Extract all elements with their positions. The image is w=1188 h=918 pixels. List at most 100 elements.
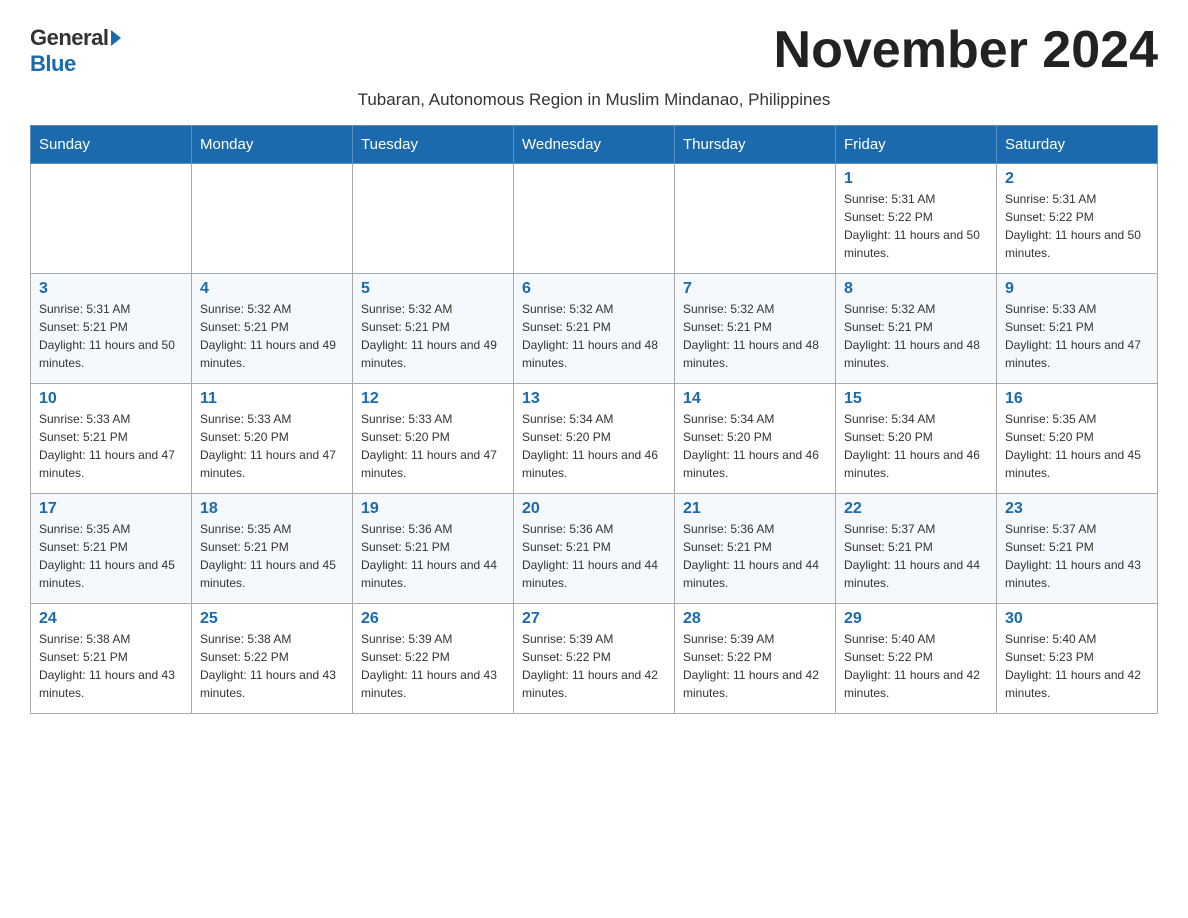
day-number: 8 [844, 280, 988, 298]
calendar-cell: 25Sunrise: 5:38 AMSunset: 5:22 PMDayligh… [192, 604, 353, 714]
day-number: 10 [39, 390, 183, 408]
day-number: 24 [39, 610, 183, 628]
month-title: November 2024 [774, 20, 1158, 80]
calendar-cell [675, 164, 836, 274]
day-number: 14 [683, 390, 827, 408]
day-info: Sunrise: 5:32 AMSunset: 5:21 PMDaylight:… [200, 300, 344, 372]
day-number: 16 [1005, 390, 1149, 408]
day-number: 12 [361, 390, 505, 408]
calendar-cell [353, 164, 514, 274]
day-number: 2 [1005, 170, 1149, 188]
day-info: Sunrise: 5:37 AMSunset: 5:21 PMDaylight:… [844, 520, 988, 592]
subtitle: Tubaran, Autonomous Region in Muslim Min… [30, 90, 1158, 110]
calendar-cell: 4 Sunrise: 5:32 AMSunset: 5:21 PMDaylight… [192, 274, 353, 384]
day-number: 28 [683, 610, 827, 628]
weekday-header-saturday: Saturday [997, 126, 1158, 164]
calendar-cell: 26 Sunrise: 5:39 AMSunset: 5:22 PMDayligh… [353, 604, 514, 714]
day-number: 23 [1005, 500, 1149, 518]
day-info: Sunrise: 5:34 AMSunset: 5:20 PMDaylight:… [844, 410, 988, 482]
day-number: 13 [522, 390, 666, 408]
calendar-week-row: 24Sunrise: 5:38 AMSunset: 5:21 PMDayligh… [31, 604, 1158, 714]
day-info: Sunrise: 5:33 AMSunset: 5:21 PMDaylight:… [1005, 300, 1149, 372]
calendar-cell: 20 Sunrise: 5:36 AMSunset: 5:21 PMDayligh… [514, 494, 675, 604]
day-info: Sunrise: 5:38 AMSunset: 5:22 PMDaylight:… [200, 630, 344, 702]
weekday-header-sunday: Sunday [31, 126, 192, 164]
day-info: Sunrise: 5:39 AMSunset: 5:22 PMDaylight:… [683, 630, 827, 702]
day-info: Sunrise: 5:40 AMSunset: 5:22 PMDaylight:… [844, 630, 988, 702]
day-number: 18 [200, 500, 344, 518]
day-info: Sunrise: 5:32 AMSunset: 5:21 PMDaylight:… [522, 300, 666, 372]
logo-blue-text: Blue [30, 51, 76, 77]
day-number: 7 [683, 280, 827, 298]
day-number: 15 [844, 390, 988, 408]
calendar-cell: 17Sunrise: 5:35 AMSunset: 5:21 PMDayligh… [31, 494, 192, 604]
calendar-cell: 2 Sunrise: 5:31 AMSunset: 5:22 PMDaylight… [997, 164, 1158, 274]
day-info: Sunrise: 5:36 AMSunset: 5:21 PMDaylight:… [522, 520, 666, 592]
day-number: 5 [361, 280, 505, 298]
calendar-cell: 23 Sunrise: 5:37 AMSunset: 5:21 PMDayligh… [997, 494, 1158, 604]
day-number: 30 [1005, 610, 1149, 628]
calendar-cell: 18 Sunrise: 5:35 AMSunset: 5:21 PMDayligh… [192, 494, 353, 604]
calendar-week-row: 17 Sunrise: 5:35 AMSunset: 5:21 PMDayligh… [31, 494, 1158, 604]
calendar-cell: 27 Sunrise: 5:39 AMSunset: 5:22 PMDayligh… [514, 604, 675, 714]
calendar-cell: 21 Sunrise: 5:36 AMSunset: 5:21 PMDayligh… [675, 494, 836, 604]
calendar-week-row: 3 Sunrise: 5:31 AMSunset: 5:21 PMDaylight… [31, 274, 1158, 384]
day-info: Sunrise: 5:40 AMSunset: 5:23 PMDaylight:… [1005, 630, 1149, 702]
weekday-header-tuesday: Tuesday [353, 126, 514, 164]
calendar-cell: 19 Sunrise: 5:36 AMSunset: 5:21 PMDayligh… [353, 494, 514, 604]
day-info: Sunrise: 5:39 AMSunset: 5:22 PMDaylight:… [361, 630, 505, 702]
day-number: 19 [361, 500, 505, 518]
calendar-cell: 22 Sunrise: 5:37 AMSunset: 5:21 PMDayligh… [836, 494, 997, 604]
calendar-cell: 10 Sunrise: 5:33 AMSunset: 5:21 PMDayligh… [31, 384, 192, 494]
day-info: Sunrise: 5:36 AMSunset: 5:21 PMDaylight:… [683, 520, 827, 592]
calendar-week-row: 10 Sunrise: 5:33 AMSunset: 5:21 PMDayligh… [31, 384, 1158, 494]
day-info: Sunrise: 5:31 AMSunset: 5:22 PMDaylight:… [1005, 190, 1149, 262]
calendar-cell: 9 Sunrise: 5:33 AMSunset: 5:21 PMDaylight… [997, 274, 1158, 384]
calendar-cell: 12 Sunrise: 5:33 AMSunset: 5:20 PMDayligh… [353, 384, 514, 494]
day-number: 20 [522, 500, 666, 518]
day-info: Sunrise: 5:32 AMSunset: 5:21 PMDaylight:… [361, 300, 505, 372]
calendar-cell: 13 Sunrise: 5:34 AMSunset: 5:20 PMDayligh… [514, 384, 675, 494]
day-number: 27 [522, 610, 666, 628]
page-header: General Blue November 2024 [30, 20, 1158, 80]
day-number: 1 [844, 170, 988, 188]
calendar-week-row: 1 Sunrise: 5:31 AMSunset: 5:22 PMDaylight… [31, 164, 1158, 274]
day-info: Sunrise: 5:32 AMSunset: 5:21 PMDaylight:… [844, 300, 988, 372]
calendar-cell [192, 164, 353, 274]
calendar-cell: 29 Sunrise: 5:40 AMSunset: 5:22 PMDayligh… [836, 604, 997, 714]
day-number: 21 [683, 500, 827, 518]
calendar-cell [514, 164, 675, 274]
day-number: 11 [200, 390, 344, 408]
day-info: Sunrise: 5:35 AMSunset: 5:20 PMDaylight:… [1005, 410, 1149, 482]
calendar-cell: 14Sunrise: 5:34 AMSunset: 5:20 PMDayligh… [675, 384, 836, 494]
day-number: 9 [1005, 280, 1149, 298]
day-info: Sunrise: 5:35 AMSunset: 5:21 PMDaylight:… [200, 520, 344, 592]
weekday-header-thursday: Thursday [675, 126, 836, 164]
day-info: Sunrise: 5:31 AMSunset: 5:21 PMDaylight:… [39, 300, 183, 372]
day-info: Sunrise: 5:33 AMSunset: 5:20 PMDaylight:… [361, 410, 505, 482]
day-info: Sunrise: 5:31 AMSunset: 5:22 PMDaylight:… [844, 190, 988, 262]
weekday-header-monday: Monday [192, 126, 353, 164]
calendar-cell: 7 Sunrise: 5:32 AMSunset: 5:21 PMDaylight… [675, 274, 836, 384]
calendar-cell: 28 Sunrise: 5:39 AMSunset: 5:22 PMDayligh… [675, 604, 836, 714]
day-number: 4 [200, 280, 344, 298]
calendar-cell: 11 Sunrise: 5:33 AMSunset: 5:20 PMDayligh… [192, 384, 353, 494]
day-info: Sunrise: 5:32 AMSunset: 5:21 PMDaylight:… [683, 300, 827, 372]
day-info: Sunrise: 5:36 AMSunset: 5:21 PMDaylight:… [361, 520, 505, 592]
day-info: Sunrise: 5:37 AMSunset: 5:21 PMDaylight:… [1005, 520, 1149, 592]
logo-arrow-icon [111, 30, 121, 46]
day-number: 26 [361, 610, 505, 628]
weekday-header-friday: Friday [836, 126, 997, 164]
calendar-cell: 1 Sunrise: 5:31 AMSunset: 5:22 PMDaylight… [836, 164, 997, 274]
day-number: 29 [844, 610, 988, 628]
day-info: Sunrise: 5:33 AMSunset: 5:20 PMDaylight:… [200, 410, 344, 482]
day-info: Sunrise: 5:33 AMSunset: 5:21 PMDaylight:… [39, 410, 183, 482]
calendar-cell: 3 Sunrise: 5:31 AMSunset: 5:21 PMDaylight… [31, 274, 192, 384]
day-info: Sunrise: 5:39 AMSunset: 5:22 PMDaylight:… [522, 630, 666, 702]
day-info: Sunrise: 5:34 AMSunset: 5:20 PMDaylight:… [522, 410, 666, 482]
day-number: 22 [844, 500, 988, 518]
day-number: 3 [39, 280, 183, 298]
calendar-cell: 30 Sunrise: 5:40 AMSunset: 5:23 PMDayligh… [997, 604, 1158, 714]
day-number: 17 [39, 500, 183, 518]
weekday-header-row: SundayMondayTuesdayWednesdayThursdayFrid… [31, 126, 1158, 164]
